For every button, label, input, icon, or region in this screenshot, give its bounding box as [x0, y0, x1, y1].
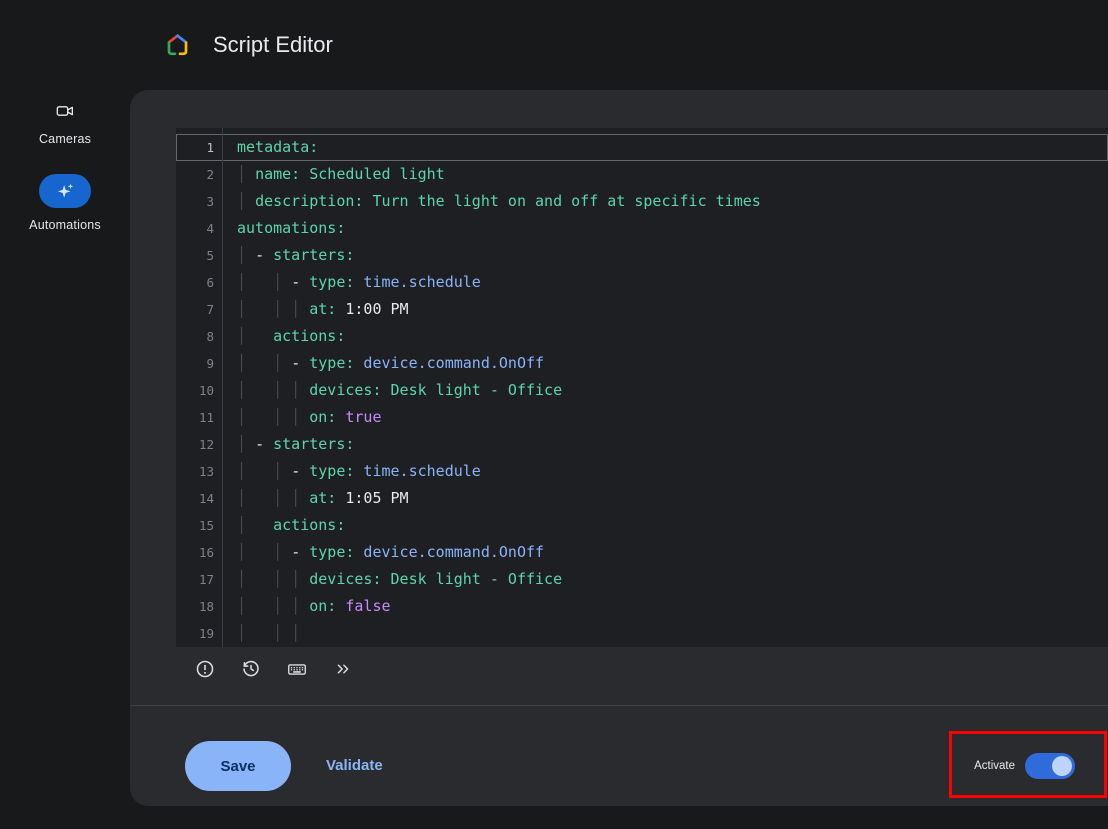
code-line[interactable]: 1metadata: [176, 134, 1108, 161]
code-line-text: │ │ │ on: true [222, 404, 382, 431]
code-line-text: │ │ - type: device.command.OnOff [222, 350, 544, 377]
editor-toolbar [190, 654, 358, 684]
line-number: 19 [176, 620, 222, 647]
keyboard-icon [286, 658, 308, 680]
code-line[interactable]: 3│ description: Turn the light on and of… [176, 188, 1108, 215]
code-line[interactable]: 5│ - starters: [176, 242, 1108, 269]
activate-label: Activate [974, 760, 1015, 772]
line-number: 3 [176, 188, 222, 215]
code-line[interactable]: 19│ │ │ [176, 620, 1108, 647]
code-line-text: │ - starters: [222, 242, 354, 269]
code-line-text: │ actions: [222, 323, 345, 350]
app-header: Script Editor [130, 0, 1108, 90]
history-button[interactable] [236, 654, 266, 684]
line-number: 11 [176, 404, 222, 431]
code-line-text: │ │ │ on: false [222, 593, 391, 620]
automations-sparkle-icon [55, 180, 75, 202]
double-chevron-right-icon [333, 659, 353, 679]
code-line-text: │ - starters: [222, 431, 354, 458]
code-line[interactable]: 15│ actions: [176, 512, 1108, 539]
code-line[interactable]: 12│ - starters: [176, 431, 1108, 458]
code-line-text: │ │ │ at: 1:05 PM [222, 485, 409, 512]
code-line-text: │ │ - type: time.schedule [222, 458, 481, 485]
toggle-knob [1052, 756, 1072, 776]
code-line[interactable]: 14│ │ │ at: 1:05 PM [176, 485, 1108, 512]
problems-icon [194, 658, 216, 680]
code-line[interactable]: 18│ │ │ on: false [176, 593, 1108, 620]
line-number: 2 [176, 161, 222, 188]
code-line[interactable]: 11│ │ │ on: true [176, 404, 1108, 431]
code-line-text: │ │ - type: device.command.OnOff [222, 539, 544, 566]
line-number: 10 [176, 377, 222, 404]
sidebar-item-cameras[interactable]: Cameras [0, 100, 130, 146]
line-number: 1 [176, 134, 222, 161]
code-line-text: │ actions: [222, 512, 345, 539]
code-line-text: │ │ │ devices: Desk light - Office [222, 566, 562, 593]
history-icon [240, 658, 262, 680]
gutter-divider [222, 128, 223, 647]
code-line[interactable]: 6│ │ - type: time.schedule [176, 269, 1108, 296]
line-number: 8 [176, 323, 222, 350]
code-line-text: │ │ │ at: 1:00 PM [222, 296, 409, 323]
more-tools-button[interactable] [328, 654, 358, 684]
save-button[interactable]: Save [185, 741, 291, 791]
sidebar-item-label: Cameras [39, 132, 91, 146]
editor-card: 1metadata:2│ name: Scheduled light3│ des… [130, 90, 1108, 806]
code-line[interactable]: 2│ name: Scheduled light [176, 161, 1108, 188]
camera-icon [55, 100, 75, 122]
line-number: 7 [176, 296, 222, 323]
line-number: 13 [176, 458, 222, 485]
code-line-text: │ description: Turn the light on and off… [222, 188, 761, 215]
code-line[interactable]: 9│ │ - type: device.command.OnOff [176, 350, 1108, 377]
line-number: 5 [176, 242, 222, 269]
problems-button[interactable] [190, 654, 220, 684]
code-line-text: metadata: [222, 134, 318, 161]
code-line-text: │ name: Scheduled light [222, 161, 445, 188]
code-line[interactable]: 4automations: [176, 215, 1108, 242]
code-line-text: │ │ - type: time.schedule [222, 269, 481, 296]
google-home-logo [164, 32, 191, 59]
line-number: 17 [176, 566, 222, 593]
sidebar-item-automations[interactable]: Automations [0, 174, 130, 232]
line-number: 6 [176, 269, 222, 296]
editor-lines: 1metadata:2│ name: Scheduled light3│ des… [176, 134, 1108, 647]
code-line[interactable]: 7│ │ │ at: 1:00 PM [176, 296, 1108, 323]
activate-control: Activate [974, 741, 1075, 791]
code-editor[interactable]: 1metadata:2│ name: Scheduled light3│ des… [176, 128, 1108, 647]
line-number: 15 [176, 512, 222, 539]
code-line-text: │ │ │ devices: Desk light - Office [222, 377, 562, 404]
code-line[interactable]: 17│ │ │ devices: Desk light - Office [176, 566, 1108, 593]
line-number: 18 [176, 593, 222, 620]
code-line-text: automations: [222, 215, 345, 242]
code-line[interactable]: 10│ │ │ devices: Desk light - Office [176, 377, 1108, 404]
validate-button[interactable]: Validate [326, 741, 383, 791]
activate-toggle[interactable] [1025, 753, 1075, 779]
code-line-text: │ │ │ [222, 620, 300, 647]
line-number: 12 [176, 431, 222, 458]
code-line[interactable]: 16│ │ - type: device.command.OnOff [176, 539, 1108, 566]
page-title: Script Editor [213, 32, 333, 58]
sidebar: Cameras Automations [0, 0, 130, 829]
line-number: 14 [176, 485, 222, 512]
line-number: 16 [176, 539, 222, 566]
sidebar-item-label: Automations [29, 218, 101, 232]
keyboard-button[interactable] [282, 654, 312, 684]
line-number: 4 [176, 215, 222, 242]
footer-divider [130, 705, 1108, 706]
code-line[interactable]: 13│ │ - type: time.schedule [176, 458, 1108, 485]
line-number: 9 [176, 350, 222, 377]
code-line[interactable]: 8│ actions: [176, 323, 1108, 350]
automations-active-pill [39, 174, 91, 208]
